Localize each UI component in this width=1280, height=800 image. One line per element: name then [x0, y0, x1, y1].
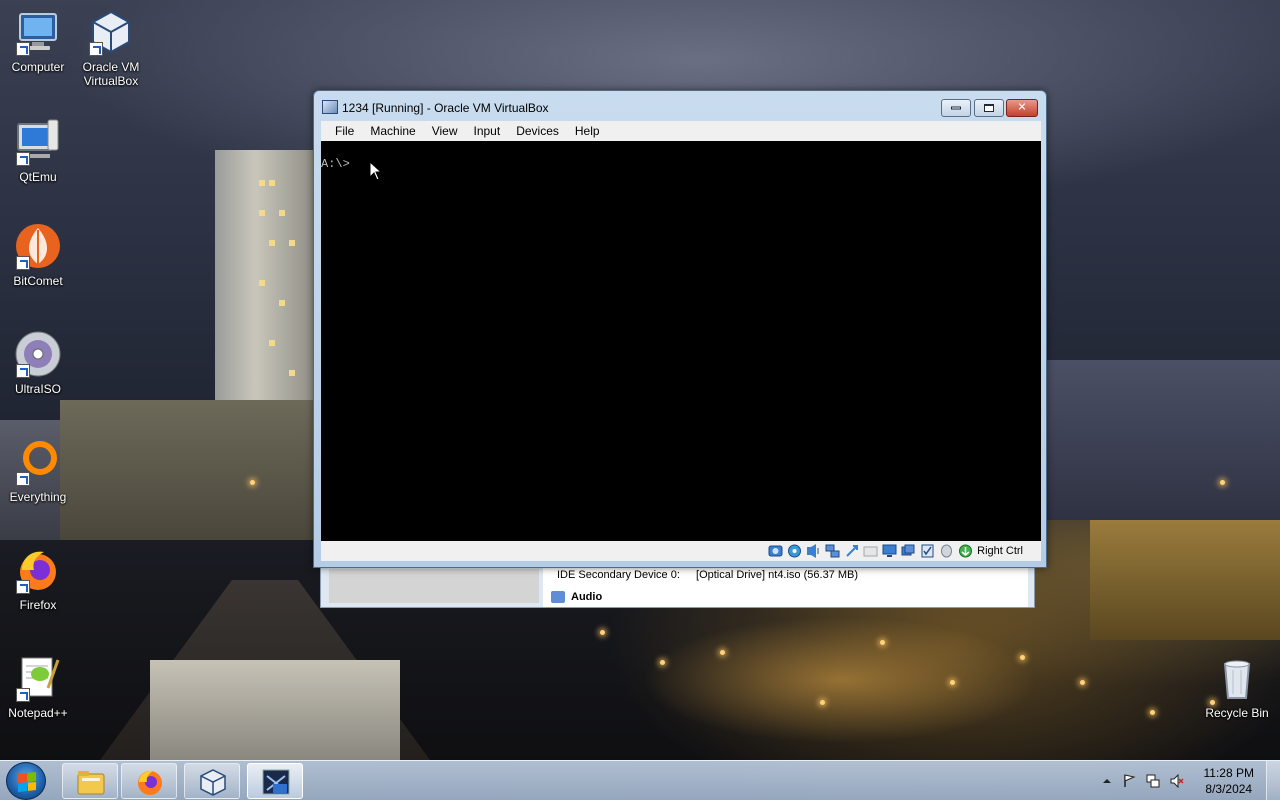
window-title: 1234 [Running] - Oracle VM VirtualBox: [342, 101, 549, 115]
clock-time: 11:28 PM: [1203, 766, 1254, 780]
video-capture-icon[interactable]: [901, 544, 916, 558]
qtemu-icon: [14, 118, 62, 166]
explorer-icon: [77, 771, 105, 795]
usb-icon[interactable]: [844, 544, 859, 558]
everything-icon: [14, 438, 62, 486]
computer-icon: [14, 8, 62, 56]
ultraiso-icon: [14, 330, 62, 378]
host-key-label[interactable]: Right Ctrl: [977, 545, 1023, 557]
device-value: [Optical Drive] nt4.iso (56.37 MB): [696, 569, 859, 581]
vm-display[interactable]: A:\>: [321, 141, 1041, 541]
show-hidden-icons-icon[interactable]: [1100, 774, 1114, 788]
hard-disk-icon[interactable]: [768, 544, 783, 558]
desktop-icon-label: QtEmu: [19, 170, 57, 184]
optical-drive-icon[interactable]: [787, 544, 802, 558]
vm-list-panel[interactable]: [329, 569, 539, 603]
virtualbox-app-icon: [322, 100, 338, 114]
shared-folders-icon[interactable]: [863, 544, 878, 558]
desktop-icon-qtemu[interactable]: QtEmu: [0, 118, 76, 184]
network-status-icon[interactable]: [1146, 774, 1160, 788]
desktop-icon-notepad-plus-plus[interactable]: Notepad++: [0, 654, 76, 720]
display-icon[interactable]: [882, 544, 897, 558]
recycle-bin-icon: [1213, 654, 1261, 702]
desktop-icon-everything[interactable]: Everything: [0, 438, 76, 504]
taskbar-firefox[interactable]: [121, 763, 177, 799]
firefox-icon: [14, 546, 62, 594]
bitcomet-icon: [14, 222, 62, 270]
menu-view[interactable]: View: [424, 124, 466, 138]
title-bar[interactable]: 1234 [Running] - Oracle VM VirtualBox ✕: [314, 91, 1046, 121]
desktop-icon-label: BitComet: [13, 274, 63, 288]
desktop-icon-label: Oracle VM VirtualBox: [82, 60, 140, 88]
cpu-icon[interactable]: [920, 544, 935, 558]
desktop-icon-virtualbox[interactable]: Oracle VM VirtualBox: [73, 8, 149, 88]
desktop-icon-label: Firefox: [19, 598, 57, 612]
keyboard-capture-icon[interactable]: [958, 544, 973, 558]
menu-devices[interactable]: Devices: [508, 124, 567, 138]
desktop-icon-ultraiso[interactable]: UltraISO: [0, 330, 76, 396]
minimize-icon: [951, 106, 961, 110]
desktop-icon-label: UltraISO: [14, 382, 61, 396]
vm-window[interactable]: 1234 [Running] - Oracle VM VirtualBox ✕ …: [313, 90, 1047, 568]
volume-muted-icon[interactable]: [1170, 773, 1184, 789]
show-desktop-button[interactable]: [1266, 761, 1280, 800]
audio-icon: [551, 591, 565, 604]
taskbar-nt-vm[interactable]: [247, 763, 303, 799]
notepad-plus-plus-icon: [14, 654, 62, 702]
menu-input[interactable]: Input: [466, 124, 509, 138]
audio-icon[interactable]: [806, 544, 821, 558]
desktop-icon-computer[interactable]: Computer: [0, 8, 76, 74]
system-tray: 11:28 PM 8/3/2024: [1080, 761, 1280, 800]
taskbar-virtualbox[interactable]: [184, 763, 240, 799]
menu-help[interactable]: Help: [567, 124, 608, 138]
taskbar-explorer[interactable]: [62, 763, 118, 799]
maximize-icon: [984, 104, 994, 112]
desktop-icon-label: Notepad++: [8, 706, 68, 720]
desktop-icon-bitcomet[interactable]: BitComet: [0, 222, 76, 288]
action-center-flag-icon[interactable]: [1122, 774, 1136, 788]
close-icon: ✕: [1017, 101, 1027, 114]
desktop-icon-label: Computer: [11, 60, 65, 74]
nt-vm-icon: [262, 769, 290, 795]
start-button[interactable]: [6, 762, 46, 800]
close-button[interactable]: ✕: [1006, 99, 1038, 117]
virtualbox-icon: [200, 769, 226, 796]
mouse-cursor-icon: [369, 161, 383, 181]
desktop-icon-firefox[interactable]: Firefox: [0, 546, 76, 612]
console-prompt: A:\>: [321, 157, 350, 171]
minimize-button[interactable]: [941, 99, 971, 117]
clock[interactable]: 11:28 PM 8/3/2024: [1204, 765, 1254, 797]
taskbar: 11:28 PM 8/3/2024: [0, 760, 1280, 800]
menu-file[interactable]: File: [327, 124, 362, 138]
audio-section-header[interactable]: Audio: [551, 591, 603, 604]
desktop-icon-label: Recycle Bin: [1205, 706, 1269, 720]
audio-label: Audio: [571, 591, 603, 603]
desktop-icon-recycle-bin[interactable]: Recycle Bin: [1199, 654, 1275, 720]
firefox-icon: [138, 770, 162, 795]
windows-logo-icon: [18, 772, 36, 792]
maximize-button[interactable]: [974, 99, 1004, 117]
virtualbox-icon: [87, 8, 135, 56]
device-label: IDE Secondary Device 0:: [557, 569, 680, 581]
status-bar: Right Ctrl: [321, 541, 1041, 561]
menu-machine[interactable]: Machine: [362, 124, 423, 138]
desktop-icon-label: Everything: [9, 490, 67, 504]
clock-date: 8/3/2024: [1205, 782, 1253, 796]
network-icon[interactable]: [825, 544, 840, 558]
menu-bar: File Machine View Input Devices Help: [321, 121, 1041, 141]
mouse-integration-icon[interactable]: [939, 544, 954, 558]
